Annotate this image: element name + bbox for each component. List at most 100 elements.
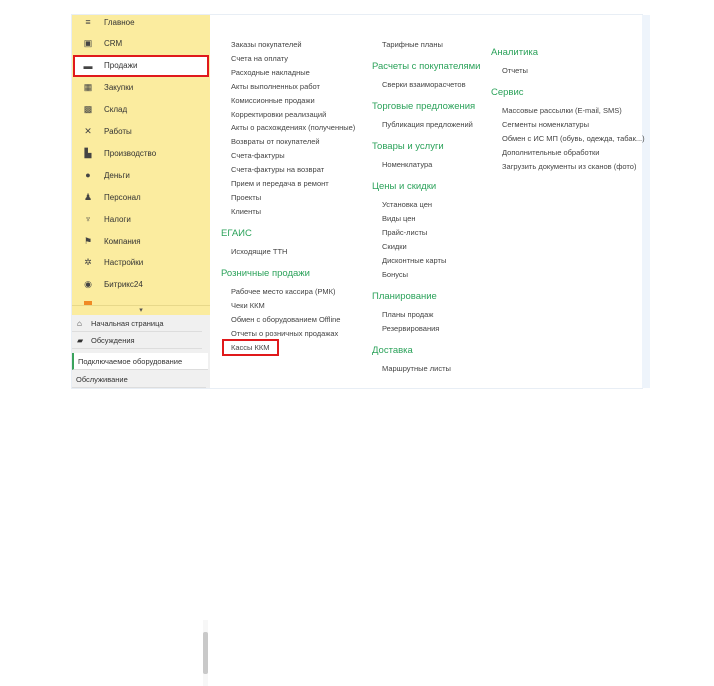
menu-link[interactable]: Корректировки реализаций	[231, 110, 326, 119]
warehouse-icon: ▩	[83, 104, 93, 115]
sidebar-item-label: Продажи	[104, 61, 138, 71]
sidebar-item-label: Деньги	[104, 170, 130, 180]
menu-link[interactable]: Заказы покупателей	[231, 40, 302, 49]
sidebar-item-10[interactable]: ⚑ Компания	[74, 231, 208, 251]
emblem-icon: ♆	[84, 214, 92, 225]
menu-link[interactable]: Обмен с ИС МП (обувь, одежда, табак...)	[502, 134, 645, 143]
sidebar-bottom-panel: ⌂ Начальная страница ▰ Обсуждения Подключаем…	[72, 315, 210, 686]
sections-sidebar: ≡ Главное ▣ CRM ▬ Продажи ▦ Закупки ▩ Склад ✕ Работ…	[72, 15, 210, 315]
section-header: Розничные продажи	[221, 267, 310, 279]
tools-icon: ✕	[84, 126, 92, 136]
menu-link[interactable]: Загрузить документы из сканов (фото)	[502, 162, 636, 171]
menu-link[interactable]: Бонусы	[382, 270, 408, 279]
menu-link[interactable]: Обмен с оборудованием Offline	[231, 315, 340, 324]
menu-link[interactable]: Проекты	[231, 193, 261, 202]
menu-link[interactable]: Прайс-листы	[382, 228, 427, 237]
scrollbar-thumb[interactable]	[203, 632, 208, 674]
sidebar-bottom-label: Подключаемое оборудование	[78, 356, 183, 366]
section-header: Аналитика	[491, 47, 539, 58]
sidebar-item-label: Персонал	[104, 192, 141, 202]
menu-link[interactable]: Расходные накладные	[231, 68, 310, 77]
section-header: Товары и услуги	[372, 141, 444, 152]
menu-link[interactable]: Клиенты	[231, 207, 261, 216]
sidebar-item-label: CRM	[104, 39, 123, 49]
menu-link[interactable]: Массовые рассылки (E-mail, SMS)	[502, 106, 622, 115]
menu-link[interactable]: Акты выполненных работ	[231, 82, 320, 91]
sidebar-item-0[interactable]: ≡ Главное	[74, 15, 208, 32]
shopping-bag-icon: ▬	[83, 60, 93, 71]
menu-link[interactable]: Установка цен	[382, 200, 432, 209]
sidebar-item-4[interactable]: ▩ Склад	[74, 100, 208, 120]
sidebar-item-11[interactable]: ✲ Настройки	[74, 253, 208, 273]
sidebar-item-label: Закупки	[104, 83, 134, 93]
menu-link[interactable]: Возвраты от покупателей	[231, 137, 320, 146]
sidebar-item-9[interactable]: ♆ Налоги	[74, 209, 208, 229]
crm-icon: ▣	[83, 38, 93, 49]
menu-link[interactable]: Номенклатура	[382, 160, 432, 169]
menu-link[interactable]: Прием и передача в ремонт	[231, 179, 329, 188]
sidebar-bottom-label: Начальная страница	[91, 318, 164, 328]
menu-link[interactable]: Исходящие ТТН	[231, 247, 287, 256]
menu-link[interactable]: Сегменты номенклатуры	[502, 120, 589, 129]
right-edge	[642, 15, 650, 388]
home-icon: ⌂	[77, 318, 82, 328]
menu-link[interactable]: Комиссионные продажи	[231, 96, 315, 105]
sidebar-item-label: Производство	[104, 148, 157, 158]
people-icon: ♟	[83, 191, 93, 202]
section-header: Доставка	[372, 345, 413, 356]
menu-link[interactable]: Сверки взаиморасчетов	[382, 80, 466, 89]
menu-link[interactable]: Отчеты	[502, 66, 528, 75]
sidebar-item-label: Склад	[104, 105, 128, 115]
cart-icon: ▦	[83, 82, 93, 93]
section-header: Торговые предложения	[372, 101, 476, 112]
sidebar-bottom-item-3[interactable]: Обслуживание	[72, 371, 206, 388]
gear-icon: ✲	[84, 257, 92, 268]
sidebar-item-label: Налоги	[104, 214, 131, 224]
sidebar-item-label: Битрикс24	[104, 280, 143, 290]
section-header: Сервис	[491, 87, 524, 98]
sidebar-bottom-label: Обсуждения	[91, 335, 135, 345]
money-icon: ●	[85, 170, 91, 181]
sidebar-item-5[interactable]: ✕ Работы	[74, 122, 208, 142]
sidebar-bottom-label: Обслуживание	[76, 374, 128, 384]
menu-link[interactable]: Счета на оплату	[231, 54, 288, 63]
menu-link[interactable]: Отчеты о розничных продажах	[231, 329, 338, 338]
sidebar-item-label: Главное	[104, 17, 135, 27]
menu-icon: ≡	[85, 17, 91, 27]
menu-link[interactable]: Акты о расхождениях (полученные)	[231, 123, 355, 132]
menu-link[interactable]: Скидки	[382, 242, 407, 251]
sidebar-item-12[interactable]: ◉ Битрикс24	[74, 275, 208, 295]
menu-link[interactable]: Чеки ККМ	[231, 301, 265, 310]
menu-link[interactable]: Виды цен	[382, 214, 416, 223]
bitrix24-icon: ◉	[84, 279, 92, 290]
menu-link[interactable]: Тарифные планы	[382, 40, 443, 49]
menu-link[interactable]: Рабочее место кассира (РМК)	[231, 287, 336, 296]
sidebar-item-3[interactable]: ▦ Закупки	[74, 78, 208, 98]
chat-icon: ▰	[77, 335, 84, 345]
menu-link[interactable]: Публикация предложений	[382, 120, 473, 129]
sidebar-bottom-item-2[interactable]: Подключаемое оборудование	[72, 353, 208, 370]
sidebar-item-2[interactable]: ▬ Продажи	[73, 54, 209, 77]
sidebar-item-label: Компания	[104, 236, 141, 246]
sidebar-item-1[interactable]: ▣ CRM	[74, 34, 208, 54]
highlight-box	[222, 339, 279, 356]
menu-link[interactable]: Счета-фактуры	[231, 151, 285, 160]
sidebar-bottom-item-1[interactable]: ▰ Обсуждения	[72, 332, 202, 349]
app-window: ≡ Главное ▣ CRM ▬ Продажи ▦ Закупки ▩ Склад ✕ Работ…	[72, 15, 642, 686]
menu-link[interactable]: Дополнительные обработки	[502, 148, 599, 157]
menu-link[interactable]: Маршрутные листы	[382, 364, 451, 373]
sidebar-item-7[interactable]: ● Деньги	[74, 165, 208, 185]
sidebar-item-6[interactable]: ▙ Производство	[74, 143, 208, 163]
sidebar-item-label: Настройки	[104, 258, 144, 268]
sidebar-bottom-item-0[interactable]: ⌂ Начальная страница	[72, 315, 202, 332]
sidebar-item-label: Работы	[104, 127, 132, 136]
factory-icon: ▙	[84, 147, 92, 158]
section-header: Планирование	[372, 291, 437, 302]
flag-icon: ⚑	[83, 235, 93, 246]
scrollbar[interactable]	[203, 620, 208, 686]
sidebar-item-8[interactable]: ♟ Персонал	[74, 187, 208, 207]
menu-link[interactable]: Резервирования	[382, 324, 439, 333]
menu-link[interactable]: Дисконтные карты	[382, 256, 446, 265]
menu-link[interactable]: Счета-фактуры на возврат	[231, 165, 324, 174]
menu-link[interactable]: Планы продаж	[382, 310, 433, 319]
